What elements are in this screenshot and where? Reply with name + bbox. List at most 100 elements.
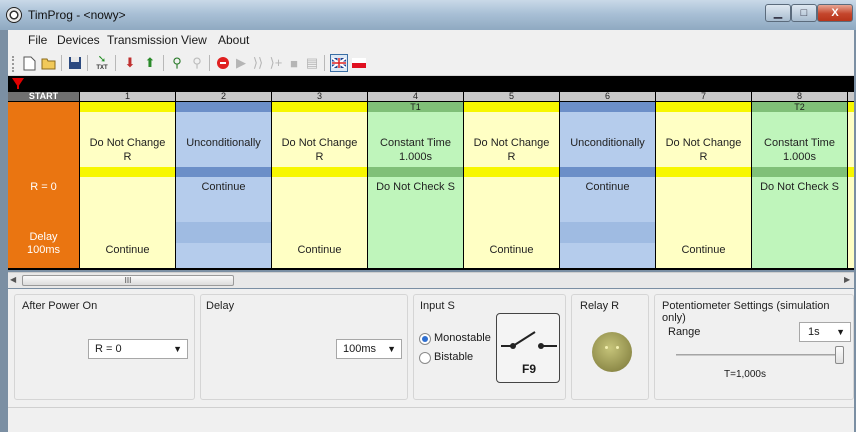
step-band — [368, 167, 463, 177]
input-s-title: Input S — [420, 300, 455, 312]
step-next: Continue — [489, 244, 534, 256]
step-band — [176, 167, 271, 177]
start-marker-stem — [17, 85, 19, 89]
monostable-label: Monostable — [434, 332, 491, 344]
step-action: Do Not Change R — [473, 137, 550, 163]
save-icon[interactable] — [66, 54, 84, 72]
stop-record-icon[interactable] — [214, 54, 232, 72]
bistable-label: Bistable — [434, 351, 474, 363]
column-timer-label: T2 — [752, 102, 847, 112]
step-band — [848, 167, 854, 177]
column-timer-label — [560, 102, 655, 112]
read-device-icon[interactable]: ⬇ — [121, 54, 139, 72]
toolbar-separator — [324, 55, 325, 71]
step-band — [752, 167, 847, 177]
column-header: 6 — [560, 92, 655, 101]
window-title: TimProg - <nowy> — [28, 8, 126, 22]
column-header: 2 — [176, 92, 271, 101]
switch-key-label: F9 — [521, 362, 536, 376]
step-action: Do Not Change R — [89, 137, 166, 163]
title-bar — [0, 0, 856, 30]
open-folder-icon[interactable] — [40, 54, 58, 72]
step-condition: Continue — [585, 181, 630, 193]
potentiometer-track[interactable] — [676, 354, 842, 356]
toolbar-separator — [87, 55, 88, 71]
step-action: Unconditionally — [570, 137, 645, 149]
step-action: Do Not Change R — [281, 137, 358, 163]
column-header — [848, 92, 854, 101]
horizontal-scrollbar[interactable]: ◀ III ▶ — [8, 272, 854, 288]
menu-devices[interactable]: Devices — [57, 33, 100, 47]
close-button[interactable]: X — [817, 4, 853, 22]
after-power-on-select[interactable]: R = 0 ▼ — [88, 339, 188, 359]
export-txt-icon[interactable]: ➘ TXT — [93, 54, 111, 72]
menu-view[interactable]: View — [181, 33, 207, 47]
potentiometer-readout: T=1,000s — [724, 369, 766, 380]
maximize-button[interactable]: □ — [791, 4, 817, 22]
step-condition: Continue — [201, 181, 246, 193]
toolbar-separator — [163, 55, 164, 71]
toolbar-separator — [209, 55, 210, 71]
monostable-radio[interactable] — [419, 333, 431, 345]
column-timer-label — [848, 102, 854, 112]
step-next: Continue — [297, 244, 342, 256]
write-device-icon[interactable]: ⬆ — [141, 54, 159, 72]
menu-about[interactable]: About — [218, 33, 249, 47]
scroll-left-icon[interactable]: ◀ — [10, 275, 16, 284]
switch-icon — [501, 331, 557, 349]
pl-flag-icon[interactable] — [350, 54, 368, 72]
delay-select[interactable]: 100ms ▼ — [336, 339, 402, 359]
new-file-icon[interactable] — [20, 54, 38, 72]
scroll-right-icon[interactable]: ▶ — [844, 275, 850, 284]
uk-flag-icon[interactable] — [330, 54, 348, 72]
delay-value: 100ms — [343, 343, 377, 355]
step-band — [272, 167, 367, 177]
step-action: Constant Time 1.000s — [380, 137, 451, 163]
lamp-dot — [605, 346, 608, 349]
app-icon — [6, 7, 22, 23]
toolbar-grip — [12, 56, 14, 72]
step-action: Do — [848, 136, 854, 150]
column-timer-label — [656, 102, 751, 112]
potentiometer-slider-thumb[interactable] — [835, 346, 844, 364]
column-timer-label — [272, 102, 367, 112]
start-value: R = 0 — [30, 181, 57, 193]
menu-bar: File Devices Transmission View About — [8, 30, 854, 50]
timeline-grid: START R = 0 Delay 100ms 1 Do Not Change R… — [8, 76, 854, 270]
chevron-down-icon: ▼ — [387, 344, 396, 354]
toolbar: ➘ TXT ⬇ ⬆ ⚲ ⚲ ▶ ⟩⟩ ⟩+ ■ ▤ — [8, 50, 854, 76]
chevron-down-icon: ▼ — [836, 327, 845, 337]
connect-icon[interactable]: ⚲ — [168, 54, 186, 72]
menu-file[interactable]: File — [28, 33, 47, 47]
range-select[interactable]: 1s ▼ — [799, 322, 851, 342]
range-label: Range — [668, 326, 701, 338]
disconnect-icon: ⚲ — [192, 55, 202, 70]
bistable-radio[interactable] — [419, 352, 431, 364]
step-band — [80, 167, 175, 177]
minimize-button[interactable]: ▁ — [765, 4, 791, 22]
report-icon: ▤ — [305, 55, 319, 70]
column-timer-label — [176, 102, 271, 112]
step-action: Constant Time 1.000s — [764, 137, 835, 163]
relay-lamp-icon — [592, 332, 632, 372]
menu-transmission[interactable]: Transmission — [107, 33, 178, 47]
column-header: 8 — [752, 92, 847, 101]
input-s-switch-button[interactable]: F9 — [496, 313, 560, 383]
lamp-dot — [616, 346, 619, 349]
step-band — [464, 167, 559, 177]
after-power-on-value: R = 0 — [95, 343, 122, 355]
step-action: Unconditionally — [186, 137, 261, 149]
start-delay: Delay 100ms — [26, 231, 61, 256]
scroll-thumb[interactable]: III — [22, 275, 234, 286]
step-action: Do Not Change R — [665, 137, 742, 163]
step-band — [560, 167, 655, 177]
step-condition: Do Not Check S — [760, 181, 839, 193]
toolbar-separator — [115, 55, 116, 71]
range-value: 1s — [808, 326, 820, 338]
after-power-on-title: After Power On — [22, 300, 98, 312]
potentiometer-title: Potentiometer Settings (simulation only) — [662, 300, 830, 324]
column-header-start: START — [8, 92, 79, 101]
delay-title: Delay — [206, 300, 235, 312]
relay-r-title: Relay R — [580, 300, 620, 312]
column-header: 1 — [80, 92, 175, 101]
